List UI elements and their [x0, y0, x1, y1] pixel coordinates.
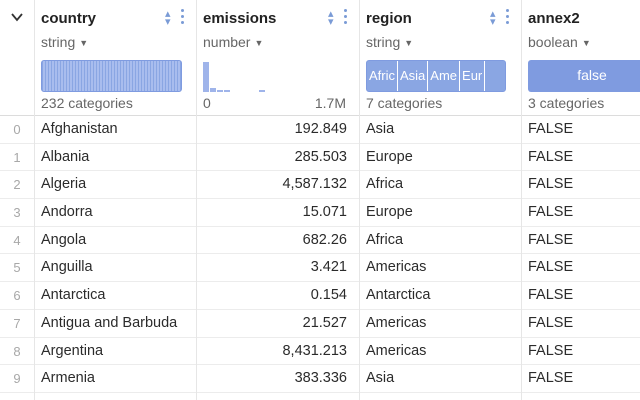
table-cell[interactable]: Algeria: [35, 171, 197, 200]
data-grid: 0123456789 country ▴ ▾ string ▼ 232 catego…: [0, 0, 640, 400]
table-cell[interactable]: 285.503: [197, 144, 360, 172]
histogram-bar: [203, 61, 210, 92]
table-cell[interactable]: 8,431.213: [197, 338, 360, 366]
column-menu-icon[interactable]: [344, 9, 348, 27]
table-cell[interactable]: Albania: [35, 144, 197, 172]
column-emissions: emissions ▴ ▾ number ▼ 0 1.7M 192.849 285.5…: [196, 0, 360, 400]
table-cell[interactable]: FALSE: [522, 199, 640, 227]
table-cell[interactable]: Afghanistan: [35, 116, 197, 144]
table-cell[interactable]: 15.071: [197, 199, 360, 227]
table-cell[interactable]: Andorra: [35, 199, 197, 227]
table-cell[interactable]: Americas: [360, 310, 522, 338]
table-cell[interactable]: FALSE: [522, 116, 640, 144]
column-type-selector[interactable]: string ▼: [366, 34, 413, 50]
column-name: country: [41, 10, 97, 27]
category-summary-bar[interactable]: [41, 60, 182, 92]
category-chip: Asia: [398, 61, 429, 91]
index-header: [0, 0, 34, 116]
column-menu-icon[interactable]: [181, 9, 185, 27]
category-chip: Eur: [460, 61, 486, 91]
table-cell[interactable]: Asia: [360, 365, 522, 393]
row-index: 0: [0, 116, 34, 144]
table-cell[interactable]: Antigua and Barbuda: [35, 310, 197, 338]
histogram-bar: [259, 90, 266, 92]
sort-icon[interactable]: ▴ ▾: [490, 9, 496, 28]
table-cell[interactable]: Anguilla: [35, 254, 197, 283]
column-header-country[interactable]: country ▴ ▾ string ▼ 232 categories: [35, 0, 197, 116]
category-summary-bar[interactable]: Afric Asia Ame Eur: [366, 60, 506, 92]
column-type-selector[interactable]: number ▼: [203, 34, 263, 50]
row-index: 6: [0, 282, 34, 310]
table-cell[interactable]: Africa: [360, 227, 522, 255]
table-cell[interactable]: FALSE: [522, 171, 640, 200]
row-index: 5: [0, 254, 34, 283]
column-annex2: annex2 boolean ▼ false 3 categories FALSE…: [521, 0, 640, 400]
table-cell[interactable]: FALSE: [522, 144, 640, 172]
sort-icon[interactable]: ▴ ▾: [165, 9, 171, 28]
row-index: 3: [0, 199, 34, 227]
row-index: 1: [0, 144, 34, 172]
column-summary: 232 categories: [41, 95, 133, 111]
boolean-summary-bar[interactable]: false: [528, 60, 640, 92]
table-cell[interactable]: FALSE: [522, 227, 640, 255]
column-name: emissions: [203, 10, 277, 27]
column-type-selector[interactable]: string ▼: [41, 34, 88, 50]
column-header-region[interactable]: region ▴ ▾ string ▼ Afric Asia Ame Eur 7 cate…: [360, 0, 522, 116]
table-cell[interactable]: 192.849: [197, 116, 360, 144]
caret-down-icon: ▼: [581, 38, 591, 48]
index-column: 0123456789: [0, 0, 34, 400]
table-cell[interactable]: FALSE: [522, 254, 640, 283]
table-cell[interactable]: Antarctica: [35, 282, 197, 310]
table-cell[interactable]: Americas: [360, 254, 522, 283]
table-cell[interactable]: FALSE: [522, 310, 640, 338]
chevron-down-icon[interactable]: [10, 10, 24, 24]
table-cell[interactable]: Antarctica: [360, 282, 522, 310]
table-cell[interactable]: FALSE: [522, 365, 640, 393]
histogram-bar: [224, 90, 231, 92]
column-type-selector[interactable]: boolean ▼: [528, 34, 591, 50]
table-cell[interactable]: Europe: [360, 144, 522, 172]
column-menu-icon[interactable]: [506, 9, 510, 27]
column-header-emissions[interactable]: emissions ▴ ▾ number ▼ 0 1.7M: [197, 0, 360, 116]
column-name: region: [366, 10, 412, 27]
table-cell[interactable]: Asia: [360, 116, 522, 144]
table-cell[interactable]: Argentina: [35, 338, 197, 366]
table-cell[interactable]: 4,587.132: [197, 171, 360, 200]
column-region: region ▴ ▾ string ▼ Afric Asia Ame Eur 7 cate…: [359, 0, 522, 400]
table-cell[interactable]: Angola: [35, 227, 197, 255]
table-cell[interactable]: 21.527: [197, 310, 360, 338]
histogram[interactable]: [203, 60, 344, 92]
table-cell[interactable]: Americas: [360, 338, 522, 366]
category-chip: Afric: [367, 61, 398, 91]
row-index: 4: [0, 227, 34, 255]
row-index: 8: [0, 338, 34, 366]
row-index: 9: [0, 365, 34, 393]
table-cell[interactable]: FALSE: [522, 282, 640, 310]
table-cell[interactable]: Europe: [360, 199, 522, 227]
row-index: 7: [0, 310, 34, 338]
sort-icon[interactable]: ▴ ▾: [328, 9, 334, 28]
caret-down-icon: ▼: [79, 38, 89, 48]
histogram-bar: [210, 88, 217, 92]
table-cell[interactable]: 383.336: [197, 365, 360, 393]
histogram-bar: [217, 90, 224, 92]
category-chip: Ame: [428, 61, 461, 91]
table-cell[interactable]: 3.421: [197, 254, 360, 283]
table-cell[interactable]: 0.154: [197, 282, 360, 310]
caret-down-icon: ▼: [254, 38, 264, 48]
column-summary: 7 categories: [366, 95, 443, 111]
table-cell[interactable]: FALSE: [522, 338, 640, 366]
table-cell[interactable]: 682.26: [197, 227, 360, 255]
column-header-annex2[interactable]: annex2 boolean ▼ false 3 categories: [522, 0, 640, 116]
caret-down-icon: ▼: [404, 38, 414, 48]
table-cell[interactable]: Africa: [360, 171, 522, 200]
range-max: 1.7M: [314, 95, 346, 111]
table-cell[interactable]: Armenia: [35, 365, 197, 393]
column-name: annex2: [528, 10, 580, 27]
row-index: 2: [0, 171, 34, 200]
range-min: 0: [203, 95, 211, 111]
column-summary: 3 categories: [528, 95, 605, 111]
column-country: country ▴ ▾ string ▼ 232 categories Afghan…: [34, 0, 197, 400]
